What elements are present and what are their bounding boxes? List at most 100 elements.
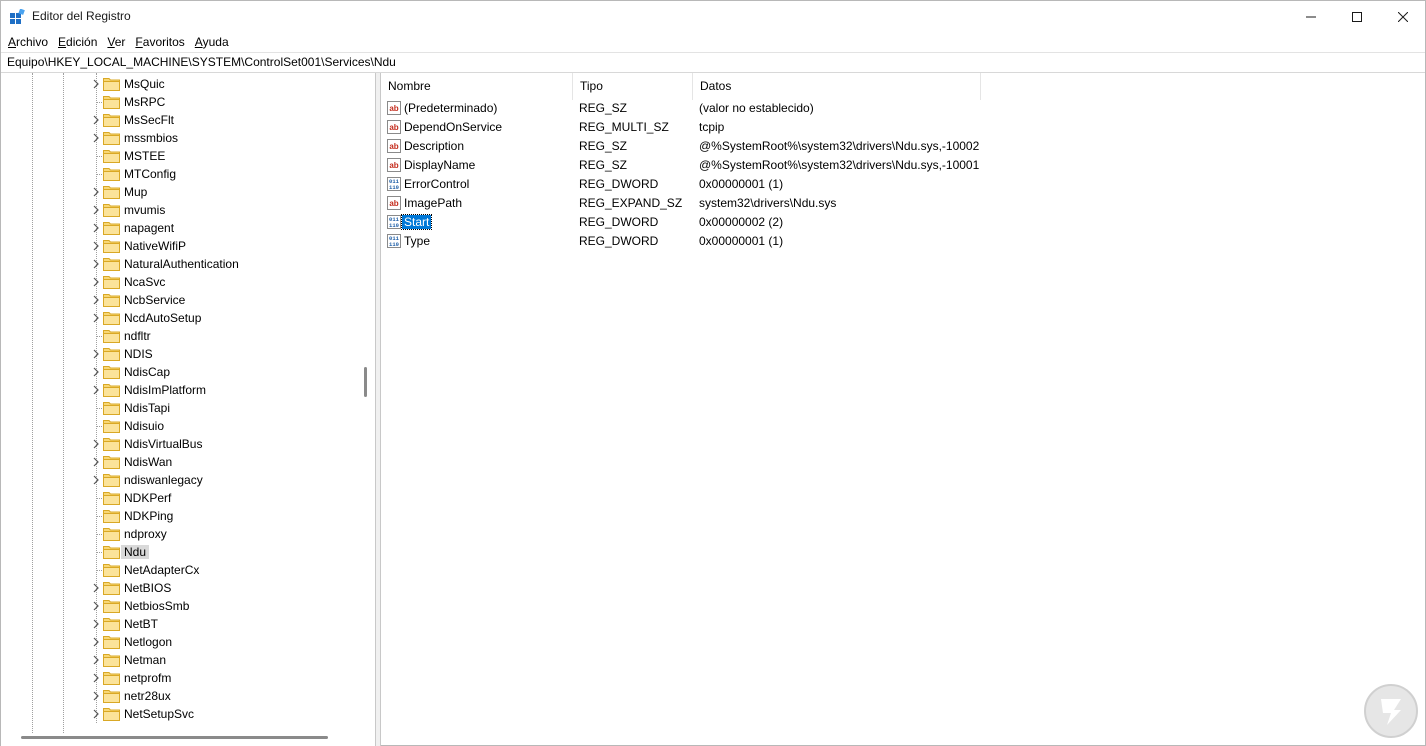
chevron-right-icon[interactable] <box>90 456 102 468</box>
chevron-right-icon[interactable] <box>90 240 102 252</box>
tree-item[interactable]: NcbService <box>1 291 361 309</box>
tree-item[interactable]: ndfltr <box>1 327 361 345</box>
value-data: 0x00000002 (2) <box>699 215 784 229</box>
svg-text:110: 110 <box>389 222 399 229</box>
chevron-right-icon[interactable] <box>90 690 102 702</box>
tree-item[interactable]: NetBT <box>1 615 361 633</box>
tree-item[interactable]: napagent <box>1 219 361 237</box>
tree-item[interactable]: MSTEE <box>1 147 361 165</box>
tree-item[interactable]: Mup <box>1 183 361 201</box>
tree-item-label: MSTEE <box>124 149 166 163</box>
chevron-right-icon[interactable] <box>90 672 102 684</box>
tree-item[interactable]: NDIS <box>1 345 361 363</box>
chevron-right-icon[interactable] <box>90 276 102 288</box>
chevron-right-icon[interactable] <box>90 312 102 324</box>
minimize-icon <box>1306 16 1316 17</box>
chevron-right-icon[interactable] <box>90 258 102 270</box>
chevron-right-icon[interactable] <box>90 348 102 360</box>
chevron-right-icon[interactable] <box>90 708 102 720</box>
chevron-right-icon[interactable] <box>90 582 102 594</box>
title-bar[interactable]: Editor del Registro <box>1 1 1425 32</box>
address-bar[interactable]: Equipo\HKEY_LOCAL_MACHINE\SYSTEM\Control… <box>1 52 1425 73</box>
tree-item[interactable]: NetAdapterCx <box>1 561 361 579</box>
tree-item[interactable]: NaturalAuthentication <box>1 255 361 273</box>
svg-text:110: 110 <box>389 184 399 191</box>
folder-icon <box>103 186 120 199</box>
minimize-button[interactable] <box>1288 1 1334 32</box>
chevron-right-icon[interactable] <box>90 132 102 144</box>
chevron-right-icon[interactable] <box>90 78 102 90</box>
tree-item[interactable]: NcdAutoSetup <box>1 309 361 327</box>
tree-item-label: NcbService <box>124 293 186 307</box>
chevron-right-icon[interactable] <box>90 186 102 198</box>
tree-item[interactable]: NcaSvc <box>1 273 361 291</box>
folder-icon <box>103 438 120 451</box>
value-type: REG_DWORD <box>579 177 659 191</box>
tree-horizontal-scrollbar[interactable] <box>21 736 328 739</box>
close-button[interactable] <box>1380 1 1426 32</box>
tree-item-label: NdisVirtualBus <box>124 437 203 451</box>
tree-item[interactable]: Netman <box>1 651 361 669</box>
tree-item[interactable]: NdisCap <box>1 363 361 381</box>
menu-ayuda[interactable]: Ayuda <box>190 32 234 52</box>
value-row[interactable]: ab ImagePath REG_EXPAND_SZ system32\drivers… <box>381 194 1381 213</box>
tree-item[interactable]: Ndisuio <box>1 417 361 435</box>
chevron-right-icon[interactable] <box>90 474 102 486</box>
chevron-right-icon[interactable] <box>90 600 102 612</box>
values-list[interactable]: Nombre Tipo Datos ab (Predeterminado) REG_… <box>381 73 1425 745</box>
value-row[interactable]: ab DependOnService REG_MULTI_SZ tcpip <box>381 118 1381 137</box>
tree-item[interactable]: MsRPC <box>1 93 361 111</box>
tree-item[interactable]: MsQuic <box>1 75 361 93</box>
tree-item[interactable]: NDKPing <box>1 507 361 525</box>
tree-item[interactable]: netprofm <box>1 669 361 687</box>
value-row[interactable]: 011 110 Start REG_DWORD 0x00000002 (2) <box>381 213 1381 232</box>
tree-item[interactable]: ndproxy <box>1 525 361 543</box>
value-row[interactable]: 011 110 ErrorControl REG_DWORD 0x00000001 (1… <box>381 175 1381 194</box>
chevron-right-icon[interactable] <box>90 384 102 396</box>
tree-item[interactable]: NdisTapi <box>1 399 361 417</box>
value-row[interactable]: 011 110 Type REG_DWORD 0x00000001 (1) <box>381 232 1381 251</box>
chevron-right-icon[interactable] <box>90 654 102 666</box>
column-header-name[interactable]: Nombre <box>381 73 573 100</box>
menu-favoritos[interactable]: Favoritos <box>130 32 189 52</box>
tree-item[interactable]: NdisImPlatform <box>1 381 361 399</box>
tree-vertical-scrollbar[interactable] <box>364 367 367 397</box>
key-tree[interactable]: MsQuic MsRPC MsSecFlt mssmbios MSTEE MTConfig… <box>1 73 376 746</box>
tree-item[interactable]: MsSecFlt <box>1 111 361 129</box>
value-row[interactable]: ab DisplayName REG_SZ @%SystemRoot%\system3… <box>381 156 1381 175</box>
folder-icon <box>103 114 120 127</box>
tree-item[interactable]: mvumis <box>1 201 361 219</box>
column-header-data[interactable]: Datos <box>693 73 981 100</box>
column-header-type[interactable]: Tipo <box>573 73 693 100</box>
folder-icon <box>103 384 120 397</box>
tree-item[interactable]: NetBIOS <box>1 579 361 597</box>
tree-item[interactable]: NetbiosSmb <box>1 597 361 615</box>
tree-item[interactable]: Ndu <box>1 543 361 561</box>
maximize-button[interactable] <box>1334 1 1380 32</box>
tree-item[interactable]: NativeWifiP <box>1 237 361 255</box>
folder-icon <box>103 672 120 685</box>
chevron-right-icon[interactable] <box>90 438 102 450</box>
value-row[interactable]: ab Description REG_SZ @%SystemRoot%\system3… <box>381 137 1381 156</box>
tree-item[interactable]: NetSetupSvc <box>1 705 361 723</box>
tree-item[interactable]: NDKPerf <box>1 489 361 507</box>
chevron-right-icon[interactable] <box>90 618 102 630</box>
chevron-right-icon[interactable] <box>90 114 102 126</box>
tree-item[interactable]: NdisVirtualBus <box>1 435 361 453</box>
chevron-right-icon[interactable] <box>90 294 102 306</box>
folder-icon <box>103 654 120 667</box>
chevron-right-icon[interactable] <box>90 636 102 648</box>
chevron-right-icon[interactable] <box>90 204 102 216</box>
tree-item[interactable]: Netlogon <box>1 633 361 651</box>
menu-ver[interactable]: Ver <box>102 32 130 52</box>
tree-item[interactable]: mssmbios <box>1 129 361 147</box>
value-row[interactable]: ab (Predeterminado) REG_SZ (valor no establ… <box>381 99 1381 118</box>
menu-edicion[interactable]: Edición <box>53 32 102 52</box>
tree-item[interactable]: ndiswanlegacy <box>1 471 361 489</box>
chevron-right-icon[interactable] <box>90 222 102 234</box>
tree-item[interactable]: netr28ux <box>1 687 361 705</box>
tree-item[interactable]: MTConfig <box>1 165 361 183</box>
chevron-right-icon[interactable] <box>90 366 102 378</box>
menu-archivo[interactable]: Archivo <box>3 32 53 52</box>
tree-item[interactable]: NdisWan <box>1 453 361 471</box>
